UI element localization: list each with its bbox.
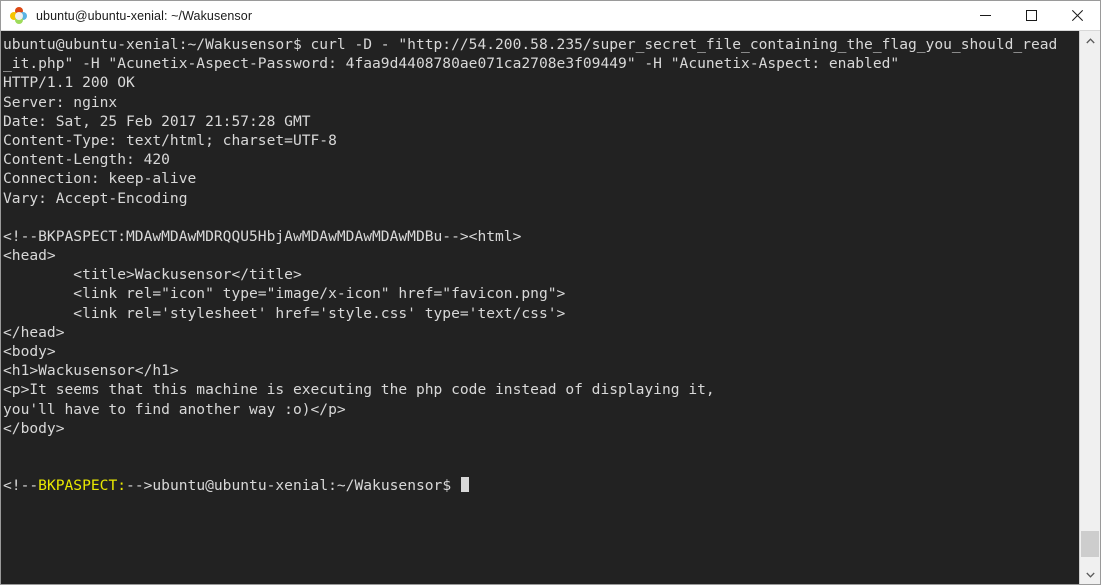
terminal-text: ubuntu@ubuntu-xenial:~/Wakusensor$ curl … [3,35,1079,496]
terminal-line: <link rel='stylesheet' href='style.css' … [3,304,566,322]
chevron-down-icon [1085,572,1095,578]
minimize-icon [979,15,991,16]
terminal-area: ubuntu@ubuntu-xenial:~/Wakusensor$ curl … [1,31,1100,584]
terminal-prompt-line: <!--BKPASPECT:-->ubuntu@ubuntu-xenial:~/… [3,476,1079,495]
terminal-line: HTTP/1.1 200 OK [3,74,135,92]
terminal-line: <!--BKPASPECT:MDAwMDAwMDRQQU5HbjAwMDAwMD… [3,227,522,245]
terminal-line: <title>Wackusensor</title> [3,266,302,284]
terminal-line: Date: Sat, 25 Feb 2017 21:57:28 GMT [3,112,311,130]
terminal-window: ubuntu@ubuntu-xenial: ~/Wakusensor ubunt… [0,0,1101,585]
terminal-line: <h1>Wackusensor</h1> [3,362,179,380]
scroll-track[interactable] [1080,50,1100,565]
maximize-button[interactable] [1008,1,1054,30]
terminal-line: <link rel="icon" type="image/x-icon" hre… [3,285,566,303]
terminal-line: you'll have to find another way :o)</p> [3,400,346,418]
terminal-line: Vary: Accept-Encoding [3,189,188,207]
terminal-line: <body> [3,343,56,360]
terminal-line: ubuntu@ubuntu-xenial:~/Wakusensor$ curl … [3,36,1058,53]
scroll-down-button[interactable] [1080,565,1100,584]
window-controls [962,1,1100,30]
minimize-button[interactable] [962,1,1008,30]
bkpaspect-marker: BKPASPECT: [38,477,127,495]
window-title: ubuntu@ubuntu-xenial: ~/Wakusensor [36,8,253,23]
terminal-line: Content-Type: text/html; charset=UTF-8 [3,131,337,149]
terminal-output[interactable]: ubuntu@ubuntu-xenial:~/Wakusensor$ curl … [1,31,1079,584]
vertical-scrollbar[interactable] [1079,31,1100,584]
prompt-text: -->ubuntu@ubuntu-xenial:~/Wakusensor$ [126,477,460,495]
terminal-line: Server: nginx [3,93,118,111]
maximize-icon [1025,10,1037,21]
close-button[interactable] [1054,1,1100,30]
terminal-line: </body> [3,419,65,437]
scroll-up-button[interactable] [1080,31,1100,50]
chevron-up-icon [1085,37,1095,43]
terminal-line: </head> [3,323,65,341]
ubuntu-terminal-icon [10,7,27,24]
terminal-line: _it.php" -H "Acunetix-Aspect-Password: 4… [3,55,900,73]
title-bar-left: ubuntu@ubuntu-xenial: ~/Wakusensor [1,7,962,24]
title-bar[interactable]: ubuntu@ubuntu-xenial: ~/Wakusensor [1,0,1100,31]
terminal-line: <head> [3,247,56,265]
terminal-line: Content-Length: 420 [3,151,170,169]
terminal-cursor [460,477,469,493]
terminal-line: Connection: keep-alive [3,170,197,188]
close-icon [1071,10,1083,21]
scroll-thumb[interactable] [1081,531,1099,557]
comment-open: <!-- [3,477,39,495]
terminal-line: <p>It seems that this machine is executi… [3,381,715,399]
